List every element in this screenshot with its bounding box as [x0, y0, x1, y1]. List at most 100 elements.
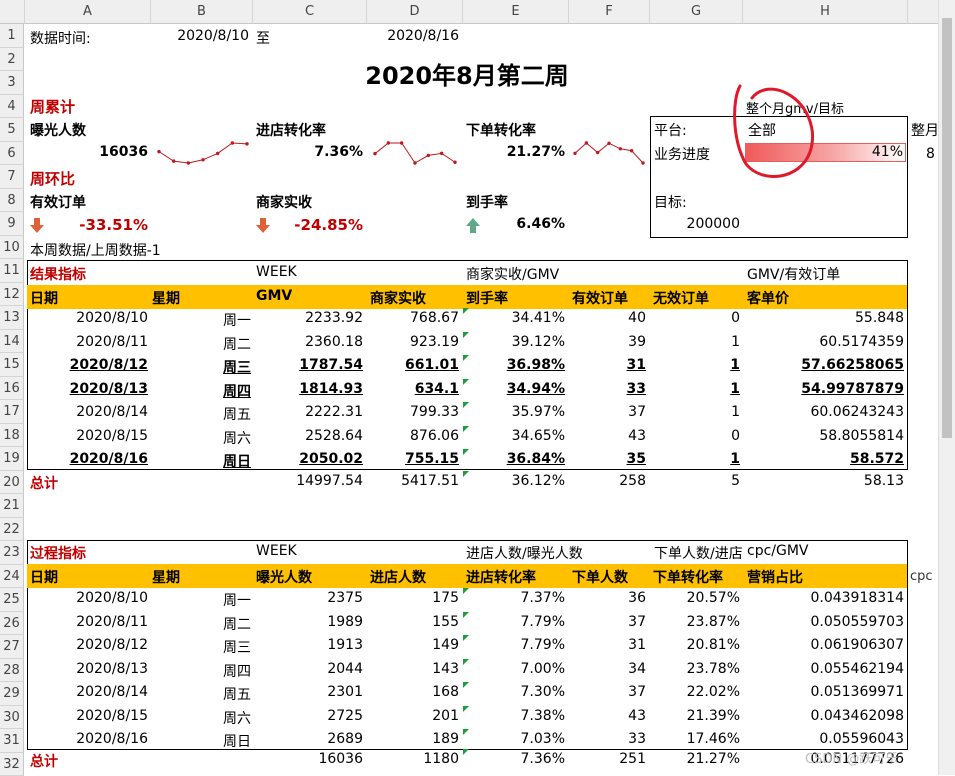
store-rate-value: 7.36%	[256, 144, 363, 160]
result-note-ratio: 商家实收/GMV	[466, 264, 559, 284]
process-row-cell: 37	[572, 684, 646, 700]
row-header[interactable]: 30	[0, 706, 24, 730]
row-header[interactable]: 12	[0, 283, 24, 307]
row-header[interactable]: 9	[0, 212, 24, 236]
result-row-cell: 661.01	[370, 357, 459, 373]
result-row-cell: 34.94%	[466, 381, 565, 397]
column-header-g[interactable]: G	[650, 0, 743, 24]
row-header[interactable]: 14	[0, 330, 24, 354]
column-header-d[interactable]: D	[367, 0, 463, 24]
process-row-cell: 143	[370, 661, 459, 677]
result-row-cell: 1	[653, 451, 740, 467]
result-row-cell: 58.8055814	[747, 428, 904, 444]
process-row-cell: 2020/8/16	[30, 731, 148, 747]
process-header-cell: 下单人数	[572, 567, 646, 587]
row-header[interactable]: 5	[0, 118, 24, 142]
process-header-cell: 曝光人数	[256, 567, 363, 587]
result-row-cell: 2020/8/11	[30, 334, 148, 350]
process-row-cell: 0.043462098	[747, 708, 904, 724]
result-row-cell: 876.06	[370, 428, 459, 444]
result-total-cell: 36.12%	[466, 473, 565, 489]
result-total-cell: 5417.51	[370, 473, 459, 489]
row-header[interactable]: 29	[0, 682, 24, 706]
result-row-cell: 周二	[152, 334, 251, 354]
sparkline-point	[413, 161, 416, 164]
exposure-value: 16036	[30, 144, 148, 160]
row-header[interactable]: 21	[0, 494, 24, 518]
page-title: 2020年8月第二周	[254, 56, 680, 91]
watermark: CSDN @跃可乐	[805, 748, 898, 767]
column-header-b[interactable]: B	[151, 0, 253, 24]
column-header-a[interactable]: A	[25, 0, 151, 24]
annotation-circle	[722, 80, 822, 188]
process-total-cell: 21.27%	[653, 751, 740, 767]
row-header[interactable]: 3	[0, 71, 24, 95]
row-header[interactable]: 26	[0, 612, 24, 636]
row-header[interactable]: 16	[0, 377, 24, 401]
process-row-cell: 168	[370, 684, 459, 700]
result-row-cell: 2020/8/14	[30, 404, 148, 420]
row-header[interactable]: 18	[0, 424, 24, 448]
result-row-cell: 36.84%	[466, 451, 565, 467]
row-header[interactable]: 19	[0, 447, 24, 471]
column-header-bar: A B C D E F G H	[0, 0, 938, 24]
row-header[interactable]: 6	[0, 142, 24, 166]
row-header[interactable]: 11	[0, 259, 24, 283]
column-header-h[interactable]: H	[743, 0, 908, 24]
net-rate-label: 到手率	[466, 192, 508, 212]
result-row-cell: 周六	[152, 428, 251, 448]
row-header[interactable]: 32	[0, 753, 24, 776]
row-header[interactable]: 13	[0, 306, 24, 330]
row-header[interactable]: 27	[0, 635, 24, 659]
clipped-cpc-label: cpc	[910, 569, 933, 584]
select-all-corner[interactable]	[0, 0, 25, 24]
exposure-label: 曝光人数	[30, 120, 86, 140]
result-row-cell: 2050.02	[256, 451, 363, 467]
scrollbar-thumb[interactable]	[942, 18, 952, 438]
vertical-scrollbar[interactable]	[938, 0, 955, 775]
row-header[interactable]: 31	[0, 729, 24, 753]
process-header-cell: 进店转化率	[466, 567, 565, 587]
process-row-cell: 17.46%	[653, 731, 740, 747]
process-row-cell: 0.043918314	[747, 590, 904, 606]
date-label: 数据时间:	[30, 28, 91, 48]
process-note-store: 进店人数/曝光人数	[466, 543, 583, 563]
sparkline-point	[373, 152, 376, 155]
process-row-cell: 0.05596043	[747, 731, 904, 747]
column-header-e[interactable]: E	[463, 0, 569, 24]
row-header[interactable]: 25	[0, 588, 24, 612]
process-total-cell: 总计	[30, 751, 148, 771]
process-note-cpc: cpc/GMV	[747, 543, 809, 559]
process-row-cell: 2020/8/11	[30, 614, 148, 630]
result-section-label: 结果指标	[30, 264, 86, 284]
result-row-cell: 周五	[152, 404, 251, 424]
row-header[interactable]: 20	[0, 471, 24, 495]
row-header[interactable]: 4	[0, 95, 24, 119]
error-indicator-icon	[463, 379, 469, 385]
result-row-cell: 2020/8/15	[30, 428, 148, 444]
column-header-f[interactable]: F	[569, 0, 650, 24]
row-header[interactable]: 10	[0, 236, 24, 260]
row-header[interactable]: 15	[0, 353, 24, 377]
row-header[interactable]: 8	[0, 189, 24, 213]
row-header[interactable]: 2	[0, 48, 24, 72]
result-header-cell: 客单价	[747, 288, 904, 308]
row-header[interactable]: 7	[0, 165, 24, 189]
row-header[interactable]: 1	[0, 24, 24, 48]
process-note-week: WEEK	[256, 543, 297, 559]
row-header[interactable]: 28	[0, 659, 24, 683]
process-row-cell: 2020/8/12	[30, 637, 148, 653]
process-row-cell: 2020/8/15	[30, 708, 148, 724]
row-header[interactable]: 22	[0, 518, 24, 542]
sparkline-point	[387, 141, 390, 144]
result-total-cell: 14997.54	[256, 473, 363, 489]
process-row-cell: 31	[572, 637, 646, 653]
row-header[interactable]: 23	[0, 541, 24, 565]
store-rate-label: 进店转化率	[256, 120, 326, 140]
column-header-c[interactable]: C	[253, 0, 367, 24]
error-indicator-icon	[463, 588, 469, 594]
result-row-cell: 634.1	[370, 381, 459, 397]
process-row-cell: 43	[572, 708, 646, 724]
row-header[interactable]: 24	[0, 565, 24, 589]
row-header[interactable]: 17	[0, 400, 24, 424]
